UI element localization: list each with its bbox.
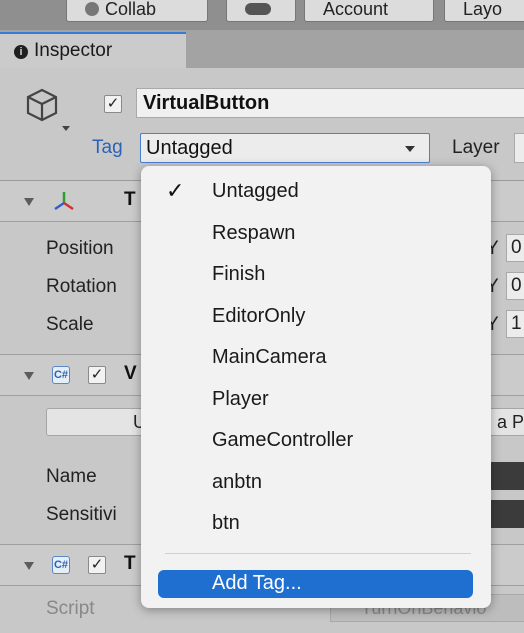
cloud-button[interactable] (226, 0, 296, 22)
scale-y-field[interactable]: 1 (506, 310, 524, 338)
object-active-checkbox[interactable]: ✓ (104, 95, 122, 113)
script-icon: C# (52, 556, 70, 574)
layers-button[interactable]: Layo (444, 0, 524, 22)
info-icon: i (14, 45, 28, 59)
scale-label: Scale (46, 314, 94, 335)
menu-item-btn[interactable]: btn (212, 512, 240, 535)
top-toolbar: Collab Account Layo (0, 0, 524, 30)
script-label: Script (46, 598, 95, 619)
tag-dropdown-value: Untagged (146, 137, 233, 159)
component1-button-right-text: a P (497, 412, 524, 432)
position-y-field[interactable]: 0 (506, 234, 524, 262)
menu-item-editoronly[interactable]: EditorOnly (212, 305, 305, 328)
menu-item-untagged[interactable]: Untagged (212, 180, 299, 203)
name-label: Name (46, 466, 97, 487)
menu-item-finish[interactable]: Finish (212, 263, 265, 286)
component2-title: T (124, 553, 136, 574)
object-name-field[interactable]: VirtualButton (136, 88, 524, 118)
collab-icon (85, 2, 99, 16)
layer-dropdown[interactable] (514, 133, 524, 163)
menu-item-respawn[interactable]: Respawn (212, 222, 295, 245)
collab-button[interactable]: Collab (66, 0, 208, 22)
sensitivity-label: Sensitivi (46, 504, 117, 525)
menu-item-gamecontroller[interactable]: GameController (212, 429, 353, 452)
transform-title: T (124, 189, 136, 210)
tag-dropdown[interactable]: Untagged (140, 133, 430, 163)
fold-arrow-icon (24, 372, 34, 380)
menu-separator (165, 553, 471, 554)
menu-item-anbtn[interactable]: anbtn (212, 471, 262, 494)
component2-enabled-checkbox[interactable]: ✓ (88, 556, 106, 574)
component1-enabled-checkbox[interactable]: ✓ (88, 366, 106, 384)
layers-button-label: Layo (463, 0, 503, 19)
transform-axis-icon (54, 192, 74, 211)
tag-dropdown-menu (141, 166, 491, 608)
object-header (0, 68, 524, 181)
dropdown-caret-icon (405, 146, 415, 152)
menu-item-player[interactable]: Player (212, 388, 269, 411)
checkmark-icon: ✓ (166, 178, 185, 203)
account-button-label: Account (323, 0, 389, 19)
tab-inspector-label: Inspector (34, 40, 113, 61)
layer-label: Layer (452, 137, 500, 158)
position-label: Position (46, 238, 114, 259)
menu-item-maincamera[interactable]: MainCamera (212, 346, 326, 369)
component1-title: V (124, 363, 137, 384)
cloud-icon (245, 3, 271, 15)
gameobject-cube-icon (26, 88, 70, 131)
rotation-label: Rotation (46, 276, 117, 297)
fold-arrow-icon (24, 198, 34, 206)
collab-button-label: Collab (105, 0, 157, 19)
script-icon: C# (52, 366, 70, 384)
fold-arrow-icon (24, 562, 34, 570)
tag-label: Tag (92, 137, 123, 158)
tab-inspector[interactable]: i Inspector (0, 32, 186, 68)
add-tag-menu-item[interactable]: Add Tag... (158, 570, 473, 598)
add-tag-label: Add Tag... (212, 572, 302, 594)
rotation-y-field[interactable]: 0 (506, 272, 524, 300)
account-button[interactable]: Account (304, 0, 434, 22)
